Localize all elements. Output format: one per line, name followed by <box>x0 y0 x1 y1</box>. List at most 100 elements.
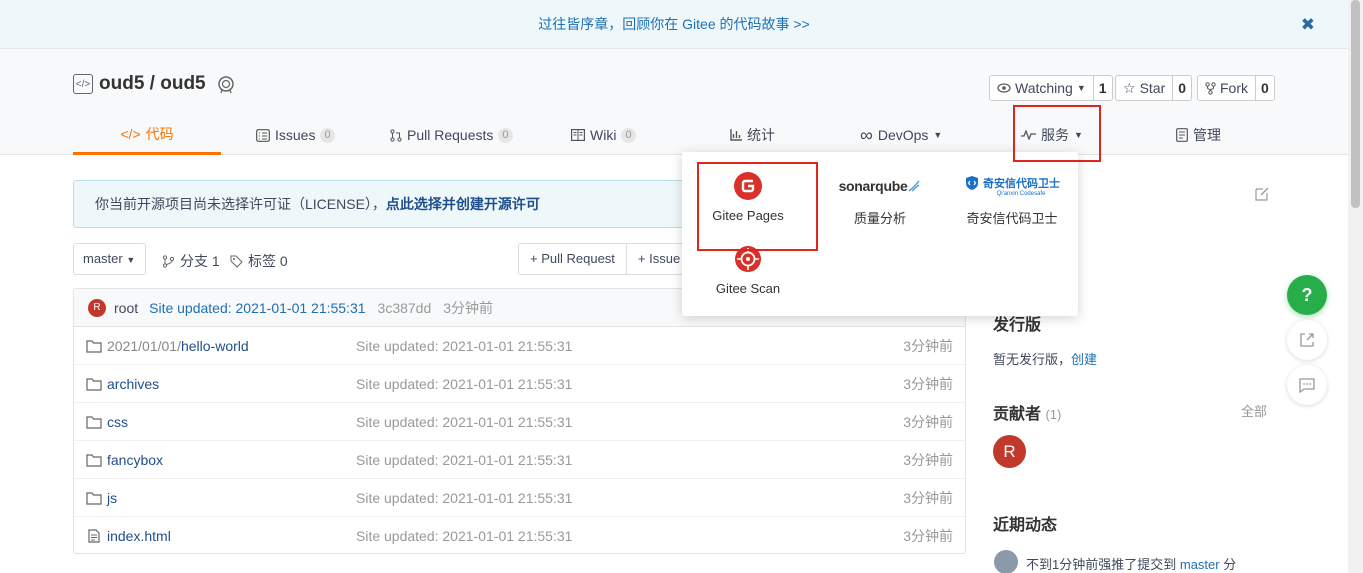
file-commit-message[interactable]: Site updated: 2021-01-01 21:55:31 <box>356 441 572 479</box>
file-time: 3分钟前 <box>903 414 953 430</box>
repo-owner-link[interactable]: oud5 <box>99 73 144 95</box>
service-qianxin-codesafe[interactable]: 奇安信代码卫士 Qi'anxin Codesafe 奇安信代码卫士 <box>947 170 1077 227</box>
repo-name-link[interactable]: oud5 <box>160 73 205 95</box>
book-icon <box>571 129 585 141</box>
tab-devops[interactable]: ∞ DevOps ▼ <box>860 115 942 155</box>
license-notice: 你当前开源项目尚未选择许可证（LICENSE），点此选择并创建开源许可 <box>73 180 703 228</box>
help-button[interactable]: ? <box>1287 275 1327 315</box>
watch-count[interactable]: 1 <box>1092 76 1112 100</box>
file-commit-message[interactable]: Site updated: 2021-01-01 21:55:31 <box>356 327 572 365</box>
new-pull-request-button[interactable]: + Pull Request <box>519 244 626 274</box>
share-button[interactable] <box>1287 320 1327 360</box>
star-button[interactable]: ☆ Star 0 <box>1115 75 1193 101</box>
commit-sha[interactable]: 3c387dd <box>378 300 432 316</box>
announcement-banner: 过往皆序章，回顾你在 Gitee 的代码故事 >> ✖ <box>0 0 1348 49</box>
contributors-all-link[interactable]: 全部 <box>1241 401 1267 420</box>
codesafe-logo-subtext: Qi'anxin Codesafe <box>996 191 1046 197</box>
fork-label: Fork <box>1220 80 1248 96</box>
repo-separator: / <box>144 73 161 94</box>
sonarqube-logo: sonarqube <box>838 178 908 194</box>
license-create-link[interactable]: 点此选择并创建开源许可 <box>386 196 540 212</box>
file-commit-message[interactable]: Site updated: 2021-01-01 21:55:31 <box>356 403 572 441</box>
banner-link[interactable]: 过往皆序章，回顾你在 Gitee 的代码故事 >> <box>538 16 809 32</box>
file-name-text: css <box>107 414 128 430</box>
commit-author[interactable]: root <box>114 300 138 316</box>
file-commit-message[interactable]: Site updated: 2021-01-01 21:55:31 <box>356 517 572 555</box>
tags-count: 标签 0 <box>248 253 288 269</box>
watch-button[interactable]: Watching ▼ 1 <box>989 75 1113 101</box>
commit-message[interactable]: Site updated: 2021-01-01 21:55:31 <box>149 300 365 316</box>
create-release-link[interactable]: 创建 <box>1071 352 1097 367</box>
avatar[interactable]: R <box>88 298 106 317</box>
repo-title: </> oud5 / oud5 <box>73 73 236 95</box>
file-name[interactable]: js <box>86 479 117 517</box>
badge-icon[interactable] <box>216 74 236 94</box>
tab-count: 0 <box>320 127 335 143</box>
scrollbar-thumb[interactable] <box>1351 0 1360 208</box>
tab-manage[interactable]: 管理 <box>1176 115 1221 155</box>
file-name-text: index.html <box>107 528 171 544</box>
file-name[interactable]: 2021/01/01/hello-world <box>86 327 249 365</box>
service-quality-analysis[interactable]: sonarqube 质量分析 <box>815 170 945 227</box>
star-count[interactable]: 0 <box>1172 76 1191 100</box>
tab-pull-requests[interactable]: Pull Requests 0 <box>390 115 513 155</box>
branch-select[interactable]: master ▼ <box>73 243 146 275</box>
tab-issues[interactable]: Issues 0 <box>256 115 335 155</box>
service-label: 质量分析 <box>853 211 906 226</box>
file-name[interactable]: index.html <box>86 517 171 555</box>
table-row: css Site updated: 2021-01-01 21:55:31 3分… <box>74 403 965 441</box>
tab-label: 代码 <box>145 125 174 142</box>
file-name[interactable]: css <box>86 403 128 441</box>
branch-icon <box>162 254 175 268</box>
file-time: 3分钟前 <box>903 452 953 468</box>
code-repo-icon: </> <box>73 74 93 94</box>
tab-code[interactable]: </> 代码 <box>73 115 221 155</box>
releases-empty: 暂无发行版，创建 <box>993 349 1097 368</box>
file-icon <box>88 529 100 543</box>
star-icon: ☆ <box>1123 79 1136 96</box>
branches-link[interactable]: 分支 1 <box>162 251 220 271</box>
file-name[interactable]: archives <box>86 365 159 403</box>
bar-chart-icon <box>730 129 742 141</box>
file-name-text: js <box>107 490 118 506</box>
recent-activity-title: 近期动态 <box>993 517 1058 534</box>
repo-header: </> oud5 / oud5 Watching ▼ 1 ☆ Star 0 Fo… <box>0 49 1348 155</box>
file-time: 3分钟前 <box>903 528 953 544</box>
avatar[interactable] <box>994 550 1018 573</box>
table-row: js Site updated: 2021-01-01 21:55:31 3分钟… <box>74 479 965 517</box>
table-row: 2021/01/01/hello-world Site updated: 202… <box>74 327 965 365</box>
close-icon[interactable]: ✖ <box>1301 0 1315 49</box>
tab-count: 0 <box>498 127 513 143</box>
tab-wiki[interactable]: Wiki 0 <box>571 115 636 155</box>
recent-branch-link[interactable]: master <box>1180 557 1220 572</box>
folder-icon <box>86 454 102 467</box>
fork-count[interactable]: 0 <box>1255 76 1274 100</box>
file-commit-message[interactable]: Site updated: 2021-01-01 21:55:31 <box>356 365 572 403</box>
file-commit-message[interactable]: Site updated: 2021-01-01 21:55:31 <box>356 479 572 517</box>
folder-icon <box>86 492 102 505</box>
contributors-title: 贡献者 (1) <box>993 400 1061 424</box>
sonar-wave-icon <box>908 180 920 192</box>
code-icon: </> <box>120 125 141 142</box>
license-text: 你当前开源项目尚未选择许可证（LICENSE）， <box>95 196 386 212</box>
star-label: Star <box>1139 80 1166 96</box>
avatar[interactable]: R <box>993 435 1026 468</box>
table-row: archives Site updated: 2021-01-01 21:55:… <box>74 365 965 403</box>
table-row: index.html Site updated: 2021-01-01 21:5… <box>74 517 965 555</box>
tab-stats[interactable]: 统计 <box>730 115 775 155</box>
page-scrollbar[interactable] <box>1348 0 1363 573</box>
fork-button[interactable]: Fork 0 <box>1197 75 1275 101</box>
caret-down-icon: ▼ <box>933 130 943 140</box>
issues-icon <box>256 128 270 142</box>
action-buttons: + Pull Request + Issue <box>518 243 693 275</box>
codesafe-logo-text: 奇安信代码卫士 <box>983 178 1060 190</box>
comment-button[interactable] <box>1287 365 1327 405</box>
branch-name: master <box>83 251 123 266</box>
fork-icon <box>1205 81 1216 95</box>
tags-link[interactable]: 标签 0 <box>230 251 288 271</box>
contributors-label: 贡献者 <box>993 406 1042 423</box>
recent-activity-suffix: 分 <box>1223 557 1237 572</box>
file-name[interactable]: fancybox <box>86 441 163 479</box>
edit-icon[interactable] <box>1254 186 1270 202</box>
folder-icon <box>86 416 102 429</box>
